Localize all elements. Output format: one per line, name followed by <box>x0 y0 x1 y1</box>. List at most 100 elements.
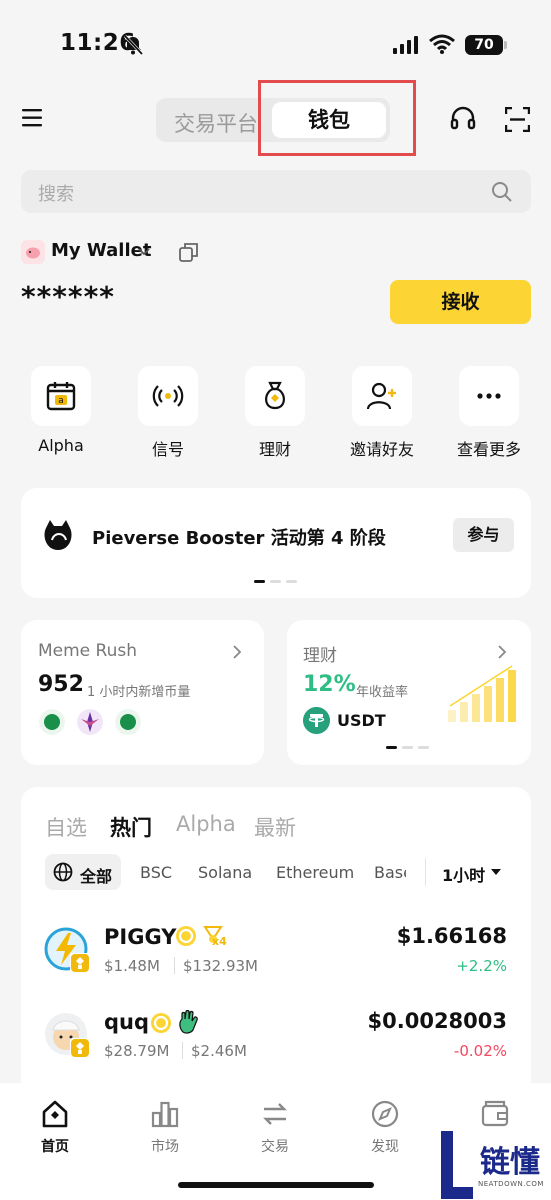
invite-user-icon <box>366 382 396 410</box>
highlight-box <box>258 80 416 156</box>
coin-market-cap: $28.79M <box>104 1042 170 1060</box>
search-placeholder: 搜索 <box>38 184 74 205</box>
chain-filter-base[interactable]: Base <box>374 863 406 882</box>
carousel-dot <box>418 746 429 749</box>
bell-muted-icon <box>123 34 144 56</box>
nav-home-label[interactable]: 首页 <box>25 1136 85 1156</box>
carousel-dot <box>270 580 281 583</box>
coin-name: PIGGY <box>104 925 177 949</box>
nav-discover-label[interactable]: 发现 <box>355 1136 415 1156</box>
banner-title: Pieverse Booster 活动第 4 阶段 <box>92 528 386 549</box>
watermark-subtext: NEATDOWN.COM <box>478 1180 544 1188</box>
coin-name: quq <box>104 1010 150 1034</box>
tab-hot[interactable]: 热门 <box>110 812 152 842</box>
chain-label-all: 全部 <box>80 867 113 886</box>
quick-action-signal[interactable] <box>138 366 198 426</box>
quick-action-earn[interactable] <box>245 366 305 426</box>
token-avatar-icon <box>115 709 141 735</box>
divider <box>425 858 426 886</box>
cellular-signal-icon <box>393 36 418 54</box>
nav-trade-label[interactable]: 交易 <box>245 1136 305 1156</box>
battery-indicator: 70 <box>465 35 507 55</box>
tab-exchange[interactable]: 交易平台 <box>174 108 258 138</box>
bnb-chain-badge-icon <box>70 1038 90 1058</box>
chain-filter-bsc[interactable]: BSC <box>140 863 172 882</box>
wallet-pig-avatar-icon <box>21 240 45 264</box>
receive-button[interactable]: 接收 <box>390 280 531 324</box>
apy-value: 12% <box>303 672 356 697</box>
nav-market-label[interactable]: 市场 <box>135 1136 195 1156</box>
chain-filter-ethereum[interactable]: Ethereum <box>276 863 354 882</box>
token-avatar-icon <box>39 709 65 735</box>
earn-card-title: 理财 <box>303 646 337 666</box>
carousel-dot-active <box>254 580 265 583</box>
search-icon <box>492 182 512 202</box>
join-button[interactable]: 参与 <box>453 518 514 552</box>
globe-icon <box>53 862 73 882</box>
meme-rush-title: Meme Rush <box>38 641 138 661</box>
wallet-icon[interactable] <box>480 1099 510 1129</box>
more-icon <box>477 393 501 399</box>
quick-action-label: 理财 <box>258 440 291 459</box>
growth-bars-icon <box>448 665 516 722</box>
carousel-dot-active <box>386 746 397 749</box>
carousel-dot <box>286 580 297 583</box>
tab-watchlist[interactable]: 自选 <box>45 812 87 842</box>
earn-asset: USDT <box>337 711 386 730</box>
coin-change: +2.2% <box>456 957 507 975</box>
signal-broadcast-icon <box>152 385 184 407</box>
interval-selector[interactable]: 1小时 <box>442 862 485 886</box>
home-icon[interactable] <box>40 1099 70 1129</box>
scan-icon[interactable] <box>505 107 530 132</box>
watermark-text: 链懂 <box>480 1145 540 1180</box>
quick-action-alpha[interactable]: a <box>31 366 91 426</box>
coin-price: $0.0028003 <box>367 1009 507 1033</box>
quick-action-more[interactable] <box>459 366 519 426</box>
menu-icon[interactable] <box>22 108 44 128</box>
chevron-right-icon <box>233 645 242 659</box>
quick-action-label: 信号 <box>151 440 184 459</box>
quick-action-label: 邀请好友 <box>349 440 414 459</box>
chevron-right-icon <box>498 645 507 659</box>
usdt-icon <box>303 707 330 734</box>
quick-action-label: 查看更多 <box>456 440 521 459</box>
meme-count: 952 <box>38 672 84 697</box>
wifi-icon <box>429 34 455 54</box>
discover-icon[interactable] <box>370 1099 400 1129</box>
multiplier-label: x4 <box>212 935 227 948</box>
wallet-balance: ****** <box>21 280 115 313</box>
trade-icon[interactable] <box>260 1099 290 1129</box>
alpha-badge-icon <box>176 926 196 946</box>
coin-volume: $132.93M <box>183 957 258 975</box>
search-input[interactable] <box>21 170 531 213</box>
bnb-chain-badge-icon <box>70 953 90 973</box>
chain-filter-solana[interactable]: Solana <box>198 863 252 882</box>
home-indicator <box>178 1182 374 1188</box>
pieverse-logo-icon <box>44 520 72 550</box>
tab-newest[interactable]: 最新 <box>254 812 296 842</box>
coin-change: -0.02% <box>453 1042 507 1060</box>
caret-down-icon[interactable] <box>490 868 502 876</box>
carousel-dot <box>402 746 413 749</box>
svg-text:a: a <box>58 396 64 406</box>
quick-action-invite[interactable] <box>352 366 412 426</box>
token-avatar-icon <box>77 709 103 735</box>
alpha-calendar-icon: a <box>46 382 76 411</box>
chevron-down-icon[interactable] <box>137 245 151 259</box>
divider <box>174 957 175 974</box>
quick-action-label: Alpha <box>38 436 84 455</box>
copy-icon[interactable] <box>178 241 200 263</box>
waving-hand-icon <box>179 1010 198 1034</box>
coin-volume: $2.46M <box>191 1042 247 1060</box>
coin-market-cap: $1.48M <box>104 957 160 975</box>
money-bag-icon <box>265 381 285 410</box>
divider <box>182 1042 183 1059</box>
market-icon[interactable] <box>150 1099 180 1129</box>
table-row[interactable] <box>21 995 531 1075</box>
headset-support-icon[interactable] <box>450 106 476 132</box>
alpha-badge-icon <box>151 1013 171 1033</box>
tab-alpha[interactable]: Alpha <box>176 812 236 836</box>
meme-subtitle: 1 小时内新增币量 <box>87 685 191 700</box>
apy-label: 年收益率 <box>356 685 409 700</box>
table-row[interactable] <box>21 910 531 990</box>
